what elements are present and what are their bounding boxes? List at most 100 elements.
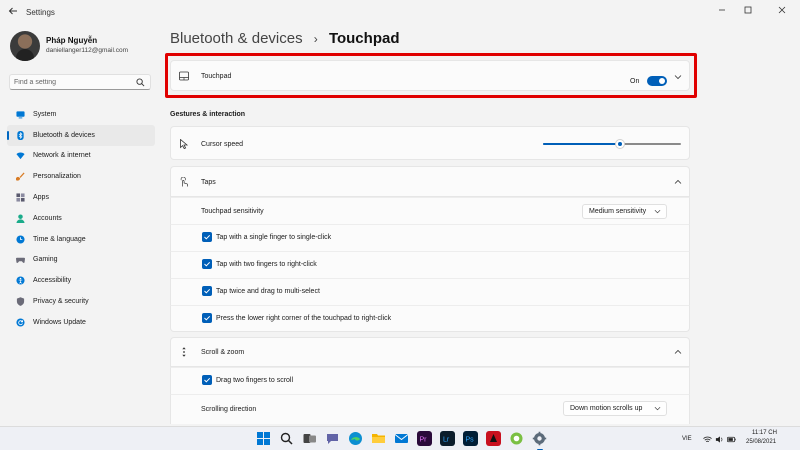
nav-item-personalization[interactable]: Personalization (7, 166, 155, 187)
wifi-icon[interactable] (703, 435, 712, 444)
nav-item-label: Privacy & security (33, 298, 89, 306)
checkbox-checked[interactable] (202, 313, 212, 323)
checkbox-checked[interactable] (202, 259, 212, 269)
cursor-speed-card: Cursor speed (170, 126, 690, 160)
app-red-icon[interactable] (486, 431, 501, 446)
close-icon[interactable] (775, 5, 789, 19)
user-email: daniellanger112@gmail.com (46, 47, 128, 54)
nav-item-label: Gaming (33, 256, 58, 264)
checkbox-checked[interactable] (202, 286, 212, 296)
nav-item-apps[interactable]: Apps (7, 187, 155, 208)
brush-icon (16, 172, 25, 181)
nav-item-label: Bluetooth & devices (33, 131, 95, 139)
search-icon[interactable] (279, 431, 294, 446)
page-title: Touchpad (328, 30, 400, 47)
breadcrumb: Bluetooth & devices › Touchpad (170, 30, 399, 50)
nav-item-windows-update[interactable]: Windows Update (7, 312, 155, 333)
premiere-icon[interactable]: Pr (417, 431, 432, 446)
highlight-box (165, 53, 697, 98)
section-title-gestures: Gestures & interaction (170, 111, 246, 118)
clock-date[interactable]: 25/08/2021 (746, 439, 776, 445)
nav-item-time-language[interactable]: Time & language (7, 229, 155, 250)
sensitivity-dropdown[interactable]: Medium sensitivity (582, 204, 667, 219)
search-icon[interactable] (136, 78, 145, 87)
apps-icon (16, 193, 25, 202)
nav-item-label: Network & internet (33, 152, 91, 160)
file-explorer-icon[interactable] (371, 431, 386, 446)
gamepad-icon (16, 258, 25, 264)
checkbox-label: Press the lower right corner of the touc… (216, 315, 392, 322)
nav-item-label: System (33, 110, 57, 118)
mail-icon[interactable] (394, 431, 409, 446)
search-input[interactable] (14, 77, 132, 88)
drag-scroll-row[interactable]: Drag two fingers to scroll (170, 367, 690, 394)
nav-item-privacy-security[interactable]: Privacy & security (7, 291, 155, 312)
nav-item-label: Windows Update (33, 318, 86, 326)
chat-icon[interactable] (325, 431, 340, 446)
checkbox-checked[interactable] (202, 375, 212, 385)
clock-time[interactable]: 11:17 CH (752, 430, 777, 436)
nav-item-label: Time & language (33, 235, 86, 243)
nav-list: System Bluetooth & devices Network & int… (7, 104, 155, 333)
volume-icon[interactable] (715, 435, 724, 444)
scroll-direction-value: Down motion scrolls up (570, 405, 643, 412)
taps-header[interactable]: Taps (170, 166, 690, 197)
chevron-up-icon[interactable] (674, 348, 682, 356)
taskbar: Pr Lr Ps VIE 11:17 CH 25/08/2021 (0, 426, 800, 450)
scroll-icon (182, 347, 186, 357)
checkbox-checked[interactable] (202, 232, 212, 242)
task-view-icon[interactable] (302, 431, 317, 446)
nav-item-gaming[interactable]: Gaming (7, 250, 155, 271)
title-bar: Settings (0, 0, 800, 26)
nav-item-label: Accessibility (33, 277, 72, 285)
avatar[interactable] (10, 31, 40, 61)
search-box[interactable] (9, 74, 151, 90)
svg-text:Lr: Lr (443, 437, 450, 444)
minimize-icon[interactable] (715, 5, 729, 19)
scroll-direction-dropdown[interactable]: Down motion scrolls up (563, 401, 667, 416)
slider-thumb[interactable] (616, 140, 624, 148)
nav-item-bluetooth-devices[interactable]: Bluetooth & devices (7, 124, 155, 146)
lightroom-icon[interactable]: Lr (440, 431, 455, 446)
cursor-icon (180, 139, 189, 149)
bluetooth-icon (17, 130, 24, 140)
breadcrumb-separator: › (313, 32, 318, 46)
settings-gear-icon[interactable] (532, 431, 547, 450)
window-title: Settings (26, 8, 55, 17)
accounts-icon (16, 214, 25, 223)
sensitivity-value: Medium sensitivity (589, 208, 647, 215)
taps-label: Taps (201, 179, 216, 186)
system-icon (16, 111, 25, 119)
sensitivity-label: Touchpad sensitivity (201, 208, 264, 215)
edge-icon[interactable] (348, 431, 363, 446)
photoshop-icon[interactable]: Ps (463, 431, 478, 446)
cursor-speed-label: Cursor speed (201, 141, 244, 148)
maximize-icon[interactable] (741, 5, 755, 19)
scroll-zoom-label: Scroll & zoom (201, 349, 245, 356)
cursor-speed-slider[interactable] (543, 140, 681, 148)
scroll-direction-row: Scrolling direction Down motion scrolls … (170, 394, 690, 424)
user-name: Pháp Nguyễn (46, 36, 98, 45)
windows-start-icon[interactable] (256, 431, 271, 446)
battery-icon[interactable] (727, 435, 736, 444)
scroll-zoom-header[interactable]: Scroll & zoom (170, 337, 690, 367)
nav-item-accessibility[interactable]: Accessibility (7, 270, 155, 291)
chevron-down-icon (654, 209, 661, 214)
language-indicator[interactable]: VIE (682, 436, 692, 442)
checkbox-label: Tap with two fingers to right-click (216, 261, 317, 268)
chevron-down-icon (654, 406, 661, 411)
chevron-up-icon[interactable] (674, 178, 682, 186)
nav-item-label: Accounts (33, 214, 62, 222)
nav-item-network-internet[interactable]: Network & internet (7, 146, 155, 167)
back-arrow-icon[interactable] (6, 6, 20, 20)
tap-option-row[interactable]: Tap with a single finger to single-click (170, 224, 690, 251)
nav-item-accounts[interactable]: Accounts (7, 208, 155, 229)
svg-text:Ps: Ps (466, 437, 475, 444)
tap-option-row[interactable]: Tap twice and drag to multi-select (170, 278, 690, 305)
tap-option-row[interactable]: Press the lower right corner of the touc… (170, 305, 690, 332)
slider-fill (543, 143, 620, 145)
tap-option-row[interactable]: Tap with two fingers to right-click (170, 251, 690, 278)
nav-item-system[interactable]: System (7, 104, 155, 125)
app-green-icon[interactable] (509, 431, 524, 446)
breadcrumb-parent[interactable]: Bluetooth & devices (170, 30, 303, 47)
